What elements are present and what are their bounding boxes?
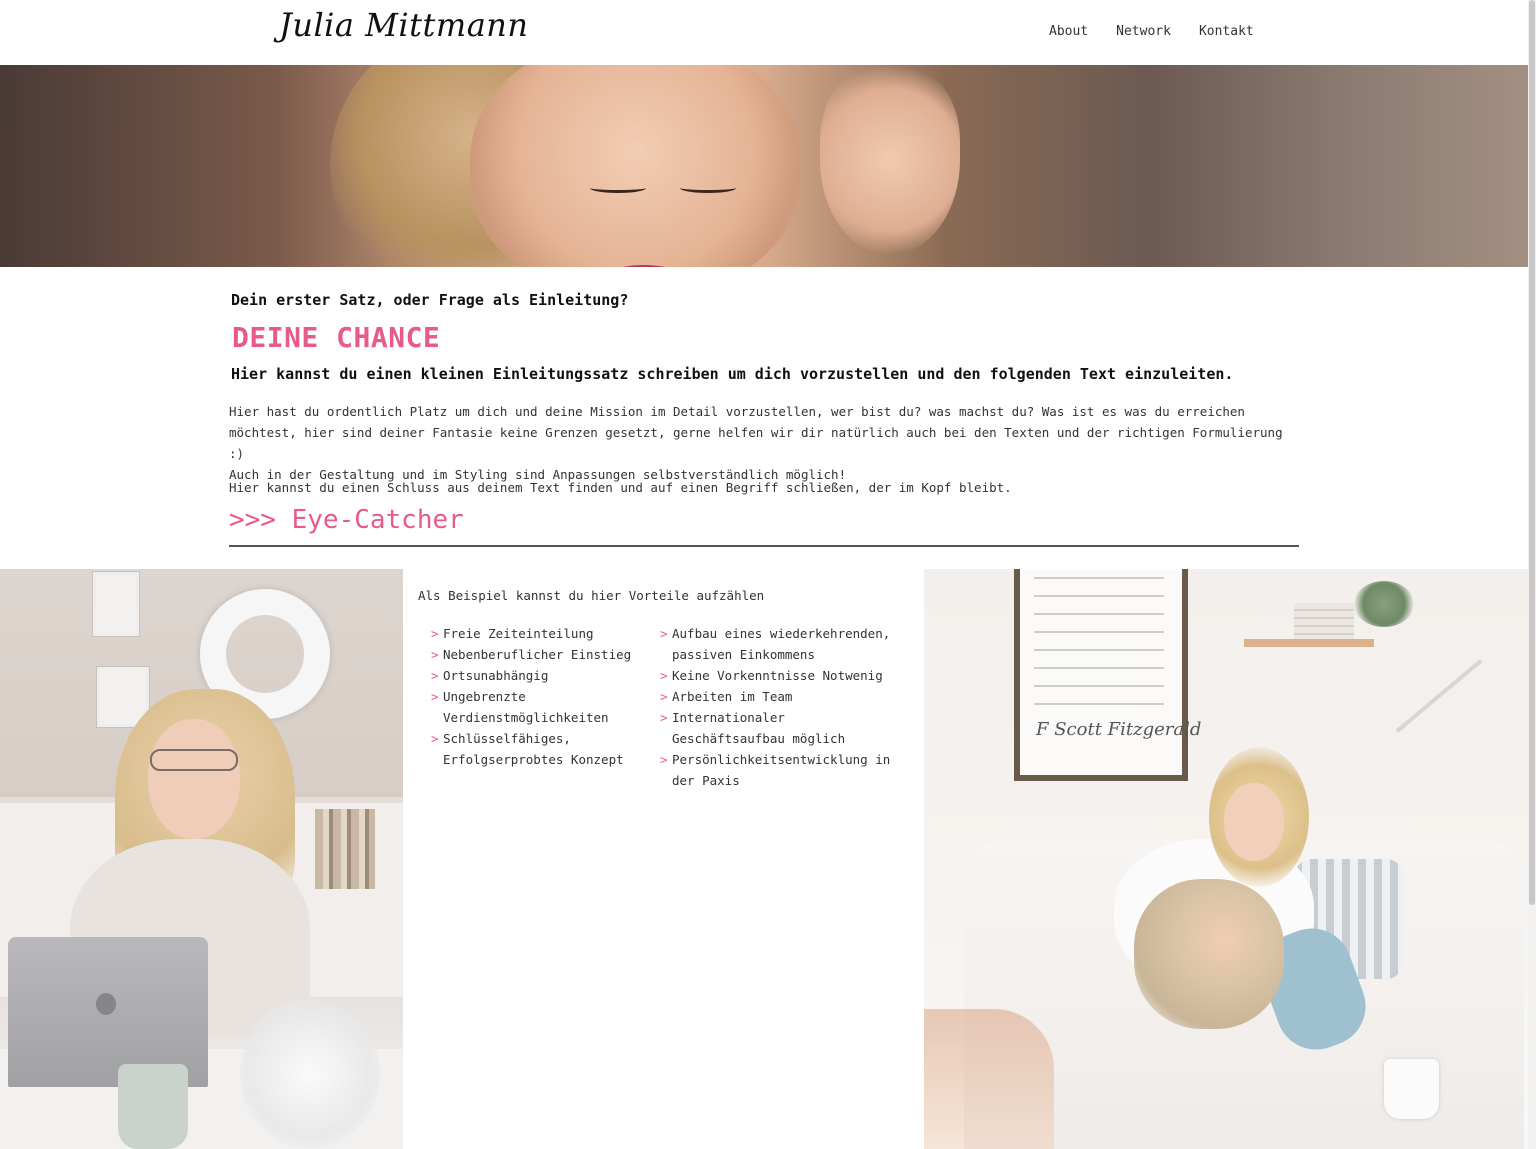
cup <box>1384 1059 1439 1119</box>
section-divider <box>229 545 1299 547</box>
books <box>315 809 375 889</box>
bullet-arrow-icon: > <box>660 668 668 683</box>
bullet-arrow-icon: > <box>660 626 668 641</box>
wall-frame <box>93 572 139 636</box>
intro-lead: Hier kannst du einen kleinen Einleitungs… <box>231 365 1234 383</box>
nav-link-network[interactable]: Network <box>1116 24 1171 39</box>
benefit-item: > Internationaler Geschäftsaufbau möglich <box>660 707 900 749</box>
intro-body-line: Hier hast du ordentlich Platz um dich un… <box>229 404 1245 419</box>
mug <box>118 1064 188 1149</box>
scrollbar-thumb[interactable] <box>1529 0 1535 905</box>
benefit-item: > Ortsunabhängig <box>431 665 651 686</box>
photo-mother-child: F Scott Fitzgerald <box>924 569 1528 1149</box>
benefits-section: Als Beispiel kannst du hier Vorteile auf… <box>0 569 1528 1149</box>
poster-text-lines <box>1034 577 1164 707</box>
flowers <box>240 999 380 1149</box>
bullet-arrow-icon: > <box>431 647 439 662</box>
bullet-arrow-icon: > <box>660 710 668 725</box>
poster-signature: F Scott Fitzgerald <box>1036 719 1202 740</box>
woman-face <box>148 719 240 839</box>
benefit-item: > Schlüsselfähiges, Erfolgserprobtes Konz… <box>431 728 651 770</box>
plant <box>1354 581 1414 627</box>
wall-shelf <box>1244 639 1374 647</box>
benefits-title: Als Beispiel kannst du hier Vorteile auf… <box>418 588 765 603</box>
nav-link-kontakt[interactable]: Kontakt <box>1199 24 1254 39</box>
floor-lamp <box>1395 659 1483 733</box>
bullet-arrow-icon: > <box>431 689 439 704</box>
bullet-arrow-icon: > <box>660 689 668 704</box>
main-nav: About Network Kontakt <box>1049 24 1254 39</box>
books <box>1294 603 1354 639</box>
hero-image <box>0 65 1528 267</box>
glasses <box>150 749 238 771</box>
intro-body-line: möchtest, hier sind deiner Fantasie kein… <box>229 425 1283 461</box>
mother-face <box>1224 783 1284 861</box>
apple-logo-icon <box>96 993 116 1015</box>
intro-body: Hier hast du ordentlich Platz um dich un… <box>229 401 1299 485</box>
hero-eye-right <box>680 183 736 193</box>
page-scrollbar[interactable] <box>1528 0 1536 1149</box>
benefit-item: > Ungebrenzte Verdienstmöglichkeiten <box>431 686 651 728</box>
benefits-list-right: > Aufbau eines wiederkehrenden, passiven … <box>660 623 900 791</box>
bullet-arrow-icon: > <box>431 668 439 683</box>
photo-woman-laptop <box>0 569 403 1149</box>
nav-link-about[interactable]: About <box>1049 24 1088 39</box>
intro-closing: Hier kannst du einen Schluss aus deinem … <box>229 480 1012 495</box>
hero-hand <box>820 65 960 255</box>
intro-title: DEINE CHANCE <box>232 321 441 354</box>
benefit-item: > Nebenberuflicher Einstieg <box>431 644 651 665</box>
site-logo[interactable]: Julia Mittmann <box>279 6 529 44</box>
benefit-item: > Arbeiten im Team <box>660 686 900 707</box>
site-header: Julia Mittmann About Network Kontakt <box>0 0 1528 65</box>
coffee-table <box>924 1009 1054 1149</box>
benefit-item: > Persönlichkeitsentwicklung in der Paxis <box>660 749 900 791</box>
intro-question: Dein erster Satz, oder Frage als Einleit… <box>231 291 629 309</box>
hero-eye-left <box>590 183 646 193</box>
benefits-panel: Als Beispiel kannst du hier Vorteile auf… <box>403 569 924 1149</box>
benefit-item: > Freie Zeiteinteilung <box>431 623 651 644</box>
bullet-arrow-icon: > <box>431 626 439 641</box>
benefit-item: > Keine Vorkenntnisse Notwenig <box>660 665 900 686</box>
benefit-item: > Aufbau eines wiederkehrenden, passiven … <box>660 623 900 665</box>
bullet-arrow-icon: > <box>431 731 439 746</box>
intro-section: Dein erster Satz, oder Frage als Einleit… <box>0 267 1528 569</box>
bullet-arrow-icon: > <box>660 752 668 767</box>
hero-face-shape <box>470 65 800 267</box>
benefits-list-left: > Freie Zeiteinteilung > Nebenberuflicher … <box>431 623 651 770</box>
child <box>1134 879 1284 1029</box>
eye-catcher: >>> Eye-Catcher <box>229 505 464 535</box>
